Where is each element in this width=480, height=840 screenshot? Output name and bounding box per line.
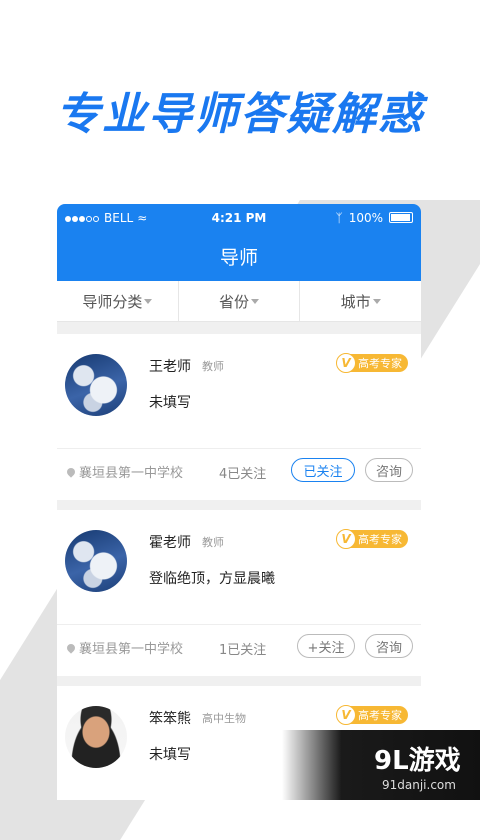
avatar[interactable] (65, 530, 127, 592)
filter-province[interactable]: 省份 (179, 281, 301, 321)
mentor-card[interactable]: 霍老师 教师 V 高考专家 登临绝顶，方显晨曦 襄垣县第一中学校 1已关注 +关注… (57, 510, 421, 676)
mentor-school: 襄垣县第一中学校 (65, 462, 184, 481)
mentor-intro: 未填写 (149, 395, 191, 411)
avatar[interactable] (65, 706, 127, 768)
mentor-title: 高中生物 (202, 712, 246, 725)
v-verified-icon: V (336, 705, 356, 725)
school-label: 襄垣县第一中学校 (79, 642, 184, 657)
badge-label: 高考专家 (358, 709, 402, 722)
filter-bar: 导师分类 省份 城市 (57, 281, 421, 322)
filter-city[interactable]: 城市 (300, 281, 421, 321)
location-pin-icon (65, 465, 77, 478)
filter-label: 省份 (219, 292, 250, 311)
consult-button[interactable]: 咨询 (365, 458, 413, 482)
phone-screen: BELL ≈ 4:21 PM ᛉ 100% 导师 导师分类 省份 城市 王老师 … (57, 204, 421, 800)
location-pin-icon (65, 641, 77, 654)
page-title: 导师 (219, 246, 258, 269)
expert-badge: V 高考专家 (336, 529, 408, 549)
mentor-intro: 登临绝顶，方显晨曦 (149, 571, 275, 587)
status-bar: BELL ≈ 4:21 PM ᛉ 100% (57, 204, 421, 231)
battery-icon (389, 212, 413, 223)
badge-label: 高考专家 (358, 357, 402, 370)
nav-bar: 导师 (57, 231, 421, 281)
avatar[interactable] (65, 354, 127, 416)
follower-count: 1已关注 (219, 643, 267, 658)
sky-avatar-image (65, 530, 127, 592)
mentor-title: 教师 (202, 536, 224, 549)
expert-badge: V 高考专家 (336, 705, 408, 725)
expert-badge: V 高考专家 (336, 353, 408, 373)
sky-avatar-image (65, 354, 127, 416)
dropdown-arrow-icon (144, 298, 153, 304)
mentor-name: 笨笨熊 (149, 711, 191, 727)
mentor-school: 襄垣县第一中学校 (65, 638, 184, 657)
follow-button[interactable]: +关注 (297, 634, 355, 658)
badge-label: 高考专家 (358, 533, 402, 546)
dropdown-arrow-icon (251, 298, 260, 304)
school-label: 襄垣县第一中学校 (79, 466, 184, 481)
filter-category[interactable]: 导师分类 (57, 281, 179, 321)
mentor-title: 教师 (202, 360, 224, 373)
v-verified-icon: V (336, 353, 356, 373)
v-verified-icon: V (336, 529, 356, 549)
filter-label: 城市 (340, 292, 371, 311)
promo-headline: 专业导师答疑解惑 (56, 89, 424, 140)
person-avatar-image (65, 706, 127, 768)
status-time: 4:21 PM (211, 210, 267, 225)
filter-label: 导师分类 (82, 292, 143, 311)
mentor-intro: 未填写 (149, 747, 191, 763)
dropdown-arrow-icon (372, 298, 381, 304)
watermark-brand: 9L游戏 (374, 746, 461, 776)
mentor-name: 霍老师 (149, 535, 191, 551)
follow-button[interactable]: 已关注 (291, 458, 355, 482)
consult-button[interactable]: 咨询 (365, 634, 413, 658)
mentor-name: 王老师 (149, 359, 191, 375)
mentor-card[interactable]: 王老师 教师 V 高考专家 未填写 襄垣县第一中学校 4已关注 已关注 咨询 (57, 334, 421, 500)
divider (57, 448, 421, 449)
divider (57, 624, 421, 625)
watermark: 9L游戏 91danji.com (282, 730, 480, 800)
follower-count: 4已关注 (219, 467, 267, 482)
watermark-url: 91danji.com (382, 778, 456, 792)
